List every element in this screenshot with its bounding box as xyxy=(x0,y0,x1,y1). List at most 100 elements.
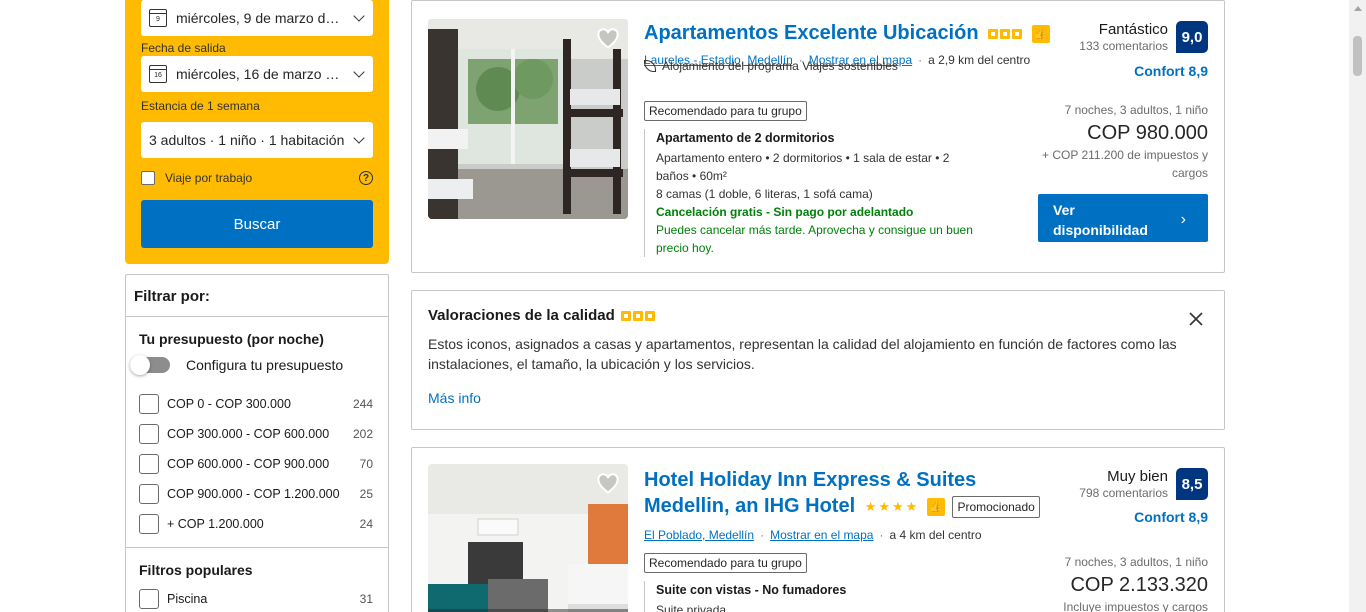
budget-option-count: 25 xyxy=(359,487,373,501)
property-photo[interactable] xyxy=(428,19,628,219)
info-title-row: Valoraciones de la calidad xyxy=(428,307,1208,324)
budget-option[interactable]: COP 600.000 - COP 900.000 70 xyxy=(139,454,373,474)
thumbs-up-icon: 👍 xyxy=(1031,24,1050,43)
distance-text: a 4 km del centro xyxy=(889,528,982,542)
review-count: 133 comentarios xyxy=(1079,39,1168,53)
taxes-text: Incluye impuestos y cargos xyxy=(1063,600,1208,612)
unit-title: Apartamento de 2 dormitorios xyxy=(656,131,835,145)
work-trip-checkbox[interactable] xyxy=(141,171,155,185)
scrollbar-thumb[interactable] xyxy=(1353,36,1362,76)
budget-checkbox[interactable] xyxy=(139,394,159,414)
budget-option[interactable]: + COP 1.200.000 24 xyxy=(139,514,373,534)
promoted-badge: Promocionado xyxy=(952,495,1040,518)
unit-details: Suite con vistas - No fumadores Suite pr… xyxy=(644,581,979,612)
budget-option-label: COP 300.000 - COP 600.000 xyxy=(167,427,330,441)
comfort-score: Confort 8,9 xyxy=(1134,509,1208,525)
recommended-badge: Recomendado para tu grupo xyxy=(644,553,807,573)
budget-title: Tu presupuesto (por noche) xyxy=(139,331,324,347)
beds-text: 8 camas (1 doble, 6 literas, 1 sofá cama… xyxy=(656,187,873,201)
see-availability-button[interactable]: Ver disponibilidad › xyxy=(1038,194,1208,242)
popular-filter-checkbox[interactable] xyxy=(139,589,159,609)
price: COP 980.000 xyxy=(1087,122,1208,144)
calendar-icon: 16 xyxy=(149,65,167,83)
help-icon[interactable]: ? xyxy=(359,171,373,185)
stay-length-label: Estancia de 1 semana xyxy=(141,99,260,113)
budget-option[interactable]: COP 900.000 - COP 1.200.000 25 xyxy=(139,484,373,504)
show-on-map-link[interactable]: Mostrar en el mapa xyxy=(770,528,873,542)
price: COP 2.133.320 xyxy=(1070,574,1208,596)
work-trip-row: Viaje por trabajo ? xyxy=(141,171,373,185)
checkout-date-value: miércoles, 16 de marzo de 2022 xyxy=(176,66,347,82)
review-score-box[interactable]: Fantástico 133 comentarios 9,0 xyxy=(1079,21,1208,53)
budget-option-label: COP 600.000 - COP 900.000 xyxy=(167,457,330,471)
chevron-down-icon xyxy=(353,10,365,22)
sustainable-row: Alojamiento del programa Viajes sostenib… xyxy=(644,59,898,73)
work-trip-label: Viaje por trabajo xyxy=(165,171,253,185)
budget-checkbox[interactable] xyxy=(139,454,159,474)
quality-info-box: Valoraciones de la calidad Estos iconos,… xyxy=(411,290,1225,430)
hotel-stars-icon: ★ ★ ★ ★ xyxy=(864,499,918,515)
property-name-link[interactable]: Apartamentos Excelente Ubicación xyxy=(644,22,979,44)
budget-option-count: 24 xyxy=(359,517,373,531)
budget-checkbox[interactable] xyxy=(139,484,159,504)
budget-option-label: COP 0 - COP 300.000 xyxy=(167,397,291,411)
guests-selector[interactable]: 3 adultos · 1 niño · 1 habitación xyxy=(141,122,373,158)
review-score-box[interactable]: Muy bien 798 comentarios 8,5 xyxy=(1079,468,1208,500)
chevron-right-icon: › xyxy=(1180,211,1186,228)
budget-checkbox[interactable] xyxy=(139,514,159,534)
property-name-row: Apartamentos Excelente Ubicación 👍 xyxy=(644,20,1050,46)
calendar-icon: 9 xyxy=(149,9,167,27)
filters-panel: Filtrar por: Tu presupuesto (por noche) … xyxy=(125,274,389,612)
budget-toggle[interactable] xyxy=(130,355,170,375)
scroll-up-arrow-icon[interactable] xyxy=(1354,6,1362,11)
unit-title: Suite con vistas - No fumadores xyxy=(656,583,847,597)
search-button[interactable]: Buscar xyxy=(141,200,373,248)
stay-summary: 7 noches, 3 adultos, 1 niño xyxy=(1064,555,1208,569)
close-icon[interactable] xyxy=(1188,311,1204,327)
checkin-date-value: miércoles, 9 de marzo de 2022 xyxy=(176,10,347,26)
location-link[interactable]: El Poblado, Medellín xyxy=(644,528,754,542)
free-cancellation: Cancelación gratis - Sin pago por adelan… xyxy=(656,205,914,219)
budget-option-count: 244 xyxy=(352,397,373,411)
distance-text: a 2,9 km del centro xyxy=(928,53,1031,67)
popular-filter-option[interactable]: Piscina 31 xyxy=(139,589,373,609)
budget-option-count: 202 xyxy=(352,427,373,441)
review-score: 8,5 xyxy=(1176,468,1208,500)
budget-option[interactable]: COP 0 - COP 300.000 244 xyxy=(139,394,373,414)
popular-filter-label: Piscina xyxy=(167,592,208,606)
budget-option[interactable]: COP 300.000 - COP 600.000 202 xyxy=(139,424,373,444)
info-title: Valoraciones de la calidad xyxy=(428,307,615,324)
unit-description: Apartamento entero • 2 dormitorios • 1 s… xyxy=(656,151,950,183)
checkout-label: Fecha de salida xyxy=(141,41,226,55)
guests-value: 3 adultos · 1 niño · 1 habitación xyxy=(149,132,345,148)
rating-word: Fantástico xyxy=(1098,21,1168,38)
property-photo[interactable] xyxy=(428,464,628,612)
filters-title: Filtrar por: xyxy=(126,275,388,317)
sustainable-text: Alojamiento del programa Viajes sostenib… xyxy=(662,59,898,73)
price-area: 7 noches, 3 adultos, 1 niño COP 2.133.32… xyxy=(1063,555,1208,612)
taxes-text: + COP 211.200 de impuestos y cargos xyxy=(1042,148,1208,180)
property-name-line1[interactable]: Hotel Holiday Inn Express & Suites xyxy=(644,467,1044,493)
cancellation-note: Puedes cancelar más tarde. Aprovecha y c… xyxy=(656,223,973,255)
recommended-badge: Recomendado para tu grupo xyxy=(644,101,807,121)
heart-icon[interactable] xyxy=(596,27,620,51)
quality-rating-icon xyxy=(620,310,655,321)
stay-summary: 7 noches, 3 adultos, 1 niño xyxy=(1064,103,1208,117)
comfort-score: Confort 8,9 xyxy=(1134,63,1208,79)
popular-filter-count: 31 xyxy=(359,592,373,606)
property-name-row: Hotel Holiday Inn Express & Suites Medel… xyxy=(644,467,1044,519)
budget-checkbox[interactable] xyxy=(139,424,159,444)
see-availability-label: Ver disponibilidad xyxy=(1053,202,1148,238)
budget-toggle-row: Configura tu presupuesto xyxy=(130,355,343,375)
property-name-line2[interactable]: Medellin, an IHG Hotel xyxy=(644,495,855,517)
rating-word: Muy bien xyxy=(1107,468,1168,485)
heart-icon[interactable] xyxy=(596,472,620,496)
checkin-date-field[interactable]: 9 miércoles, 9 de marzo de 2022 xyxy=(141,0,373,36)
page-scrollbar[interactable] xyxy=(1349,0,1366,612)
search-panel: 9 miércoles, 9 de marzo de 2022 Fecha de… xyxy=(125,0,389,264)
more-info-link[interactable]: Más info xyxy=(428,390,1208,406)
checkout-date-field[interactable]: 16 miércoles, 16 de marzo de 2022 xyxy=(141,56,373,92)
thumbs-up-icon: 👍 xyxy=(926,497,945,516)
property-card: Hotel Holiday Inn Express & Suites Medel… xyxy=(411,447,1225,612)
chevron-down-icon xyxy=(353,132,365,144)
